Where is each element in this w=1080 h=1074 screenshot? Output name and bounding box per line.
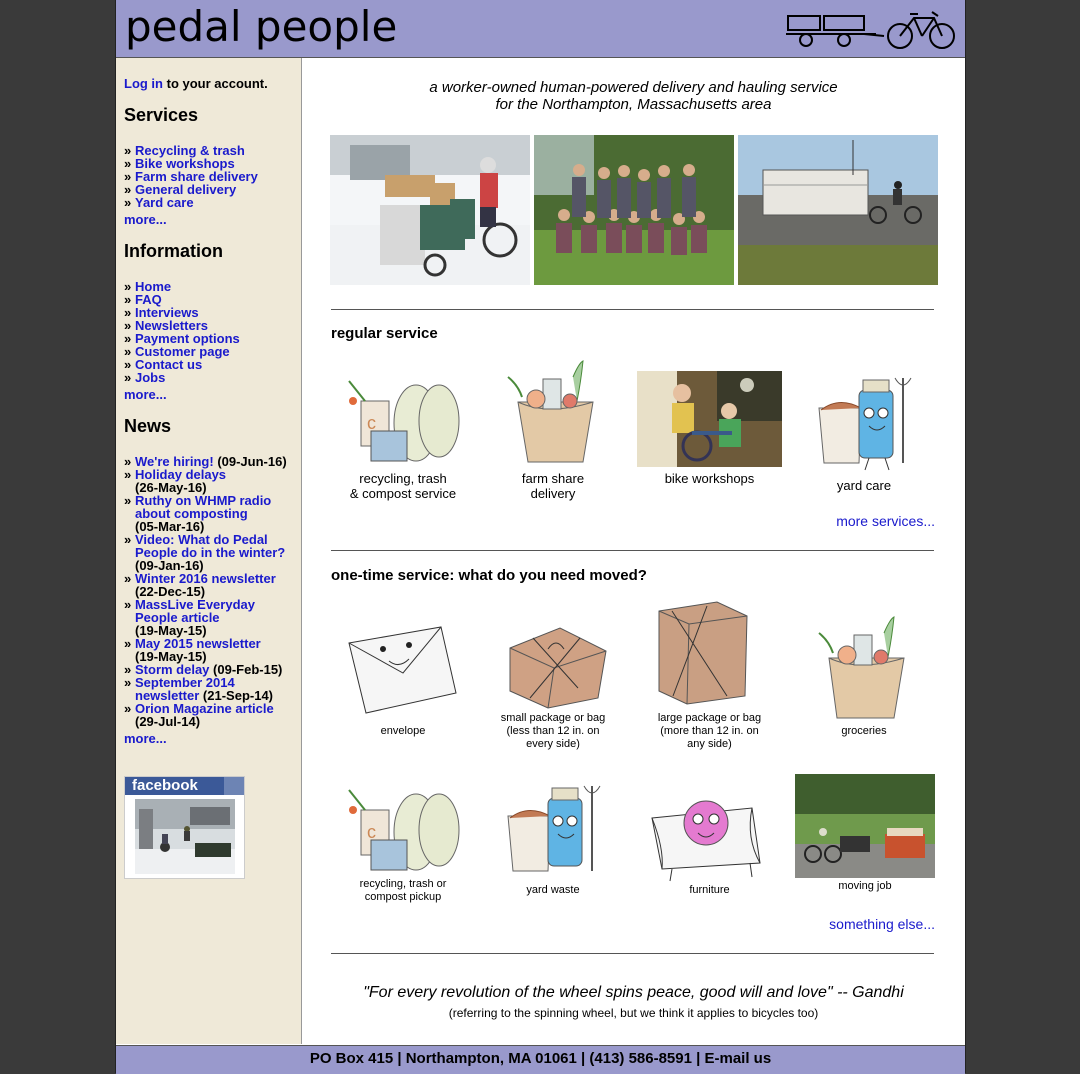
onetime-caption-groceries[interactable]: groceries	[799, 725, 929, 738]
page: pedal people Log in to your account. Ser…	[115, 0, 966, 1074]
facebook-badge[interactable]: facebook	[124, 776, 245, 879]
onetime-caption-moving[interactable]: moving job	[795, 880, 935, 893]
divider	[331, 309, 934, 310]
information-list: » Home » FAQ » Interviews » Newsletters » Pay…	[124, 280, 240, 384]
caption-farm-share[interactable]: farm share delivery	[522, 471, 584, 501]
footer: PO Box 415 | Northampton, MA 01061 | (41…	[116, 1045, 965, 1074]
facebook-logo[interactable]: facebook	[125, 777, 244, 795]
caption-bike-workshops[interactable]: bike workshops	[665, 471, 755, 486]
facebook-label: facebook	[132, 777, 198, 794]
news-item-title[interactable]: Ruthy on WHMP radio about composting	[135, 493, 271, 521]
caption-furniture[interactable]: furniture	[689, 884, 729, 896]
news-more-link[interactable]: more...	[124, 731, 167, 746]
caption-moving-job[interactable]: moving job	[838, 880, 891, 892]
caption-envelope[interactable]: envelope	[381, 725, 426, 737]
caption-groceries[interactable]: groceries	[841, 725, 886, 737]
farm-share-illustration[interactable]	[488, 357, 618, 467]
regular-caption-farm[interactable]: farm share delivery	[488, 471, 618, 501]
main-content: a worker-owned human-powered delivery an…	[302, 58, 965, 1044]
tagline: a worker-owned human-powered delivery an…	[302, 79, 965, 113]
login-link[interactable]: Log in	[124, 76, 163, 91]
caption-small-package[interactable]: small package or bag (less than 12 in. o…	[501, 712, 606, 750]
information-item-label[interactable]: Jobs	[135, 371, 165, 384]
yard-waste-illustration[interactable]	[488, 776, 618, 884]
facebook-photo[interactable]	[135, 799, 235, 874]
svg-text:c: c	[367, 413, 376, 433]
small-package-illustration[interactable]	[488, 613, 618, 713]
site-title[interactable]: pedal people	[125, 2, 397, 52]
onetime-caption-large[interactable]: large package or bag (more than 12 in. o…	[637, 712, 782, 751]
one-time-service-heading: one-time service: what do you need moved…	[331, 567, 647, 584]
furniture-illustration[interactable]	[642, 783, 767, 883]
photo-trailer	[738, 135, 938, 285]
svg-text:c: c	[367, 822, 376, 842]
divider	[331, 953, 934, 954]
photo-cargo-bike	[330, 135, 530, 285]
onetime-caption-recycling[interactable]: recycling, trash or compost pickup	[331, 878, 475, 904]
news-item-title[interactable]: Video: What do Pedal People do in the wi…	[135, 532, 285, 560]
news-item[interactable]: » Winter 2016 newsletter (22-Dec-15)	[124, 572, 294, 598]
header: pedal people	[116, 0, 965, 58]
services-item-label[interactable]: Yard care	[135, 196, 194, 209]
services-heading: Services	[124, 105, 199, 125]
news-item[interactable]: » MassLive Everyday People article (19-May…	[124, 598, 294, 637]
regular-service-heading: regular service	[331, 325, 438, 342]
sidebar: Log in to your account. Services » Recycl…	[116, 58, 302, 1044]
caption-yard-waste[interactable]: yard waste	[526, 884, 579, 896]
regular-caption-bike[interactable]: bike workshops	[637, 471, 782, 486]
quote-note: (referring to the spinning wheel, but we…	[448, 1006, 819, 1020]
bike-workshops-photo[interactable]	[637, 371, 782, 467]
news-item[interactable]: » September 2014 newsletter (21-Sep-14)	[124, 676, 294, 702]
information-heading: Information	[124, 241, 223, 261]
information-item[interactable]: » Jobs	[124, 371, 240, 384]
caption-recycling-pickup[interactable]: recycling, trash or compost pickup	[360, 878, 447, 903]
caption-large-package[interactable]: large package or bag (more than 12 in. o…	[658, 712, 761, 750]
news-item[interactable]: » Holiday delays (26-May-16)	[124, 468, 294, 494]
groceries-illustration[interactable]	[799, 613, 929, 723]
services-item[interactable]: » Yard care	[124, 196, 258, 209]
gandhi-quote: "For every revolution of the wheel spins…	[363, 984, 904, 1001]
services-more-link[interactable]: more...	[124, 212, 167, 227]
photo-group	[534, 135, 734, 285]
login-rest: to your account.	[163, 76, 268, 91]
onetime-caption-yard[interactable]: yard waste	[488, 884, 618, 897]
more-services-link[interactable]: more services...	[836, 513, 935, 529]
something-else-link[interactable]: something else...	[829, 916, 935, 932]
services-list: » Recycling & trash » Bike workshops » Farm…	[124, 144, 258, 209]
divider	[331, 550, 934, 551]
news-item[interactable]: » Orion Magazine article (29-Jul-14)	[124, 702, 294, 728]
tagline-line-2: for the Northampton, Massachusetts area	[495, 96, 772, 113]
news-item[interactable]: » Video: What do Pedal People do in the w…	[124, 533, 294, 572]
news-list: » We're hiring! (09-Jun-16) » Holiday dela…	[124, 455, 294, 728]
news-item[interactable]: » May 2015 newsletter (19-May-15)	[124, 637, 294, 663]
yard-care-illustration[interactable]	[799, 368, 929, 476]
recycling-pickup-illustration[interactable]: c	[331, 770, 471, 878]
onetime-caption-envelope[interactable]: envelope	[331, 725, 475, 738]
regular-caption-yard[interactable]: yard care	[799, 478, 929, 493]
onetime-caption-furniture[interactable]: furniture	[637, 884, 782, 897]
caption-recycling[interactable]: recycling, trash & compost service	[350, 471, 456, 501]
regular-caption-recycling[interactable]: recycling, trash & compost service	[331, 471, 475, 501]
bike-trailer-logo	[786, 11, 955, 49]
large-package-illustration[interactable]	[647, 596, 757, 708]
news-heading: News	[124, 416, 172, 436]
news-item-title[interactable]: MassLive Everyday People article	[135, 597, 255, 625]
login-line: Log in to your account.	[124, 76, 268, 91]
caption-yard-care[interactable]: yard care	[837, 478, 891, 493]
information-more-link[interactable]: more...	[124, 387, 167, 402]
moving-job-photo[interactable]	[795, 774, 935, 878]
news-item-date: (29-Jul-14)	[135, 714, 201, 729]
onetime-caption-small[interactable]: small package or bag (less than 12 in. o…	[488, 712, 618, 751]
envelope-illustration[interactable]	[331, 613, 471, 725]
tagline-line-1: a worker-owned human-powered delivery an…	[429, 79, 838, 96]
news-item[interactable]: » Ruthy on WHMP radio about composting (05…	[124, 494, 294, 533]
recycling-trash-illustration[interactable]: c	[331, 361, 471, 471]
